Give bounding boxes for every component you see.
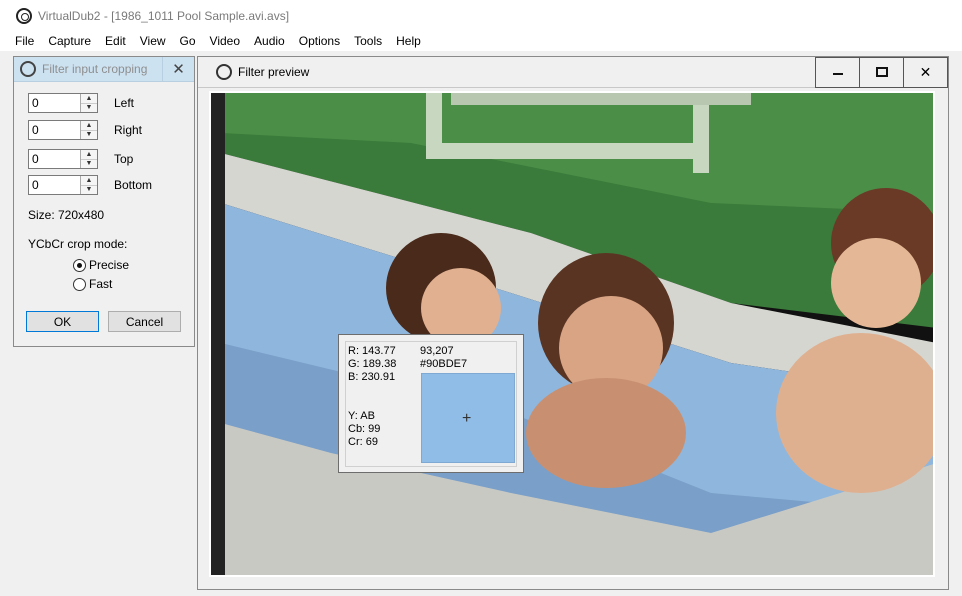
crop-bottom-label: Bottom <box>114 178 153 192</box>
spin-down-icon[interactable]: ▼ <box>81 185 97 194</box>
menu-audio[interactable]: Audio <box>247 34 292 48</box>
pixel-info-popup: R: 143.77 G: 189.38 B: 230.91 93,207 #90… <box>338 334 524 473</box>
cb-value: Cb: 99 <box>348 423 381 435</box>
pixel-coords: 93,207 <box>420 345 454 357</box>
crop-bottom-row: 0 ▲ ▼ Bottom <box>28 175 152 195</box>
preview-app-icon <box>216 64 232 80</box>
menu-go[interactable]: Go <box>173 34 203 48</box>
radio-fast[interactable]: Fast <box>73 277 112 291</box>
ycbcr-mode-label: YCbCr crop mode: <box>28 237 128 251</box>
radio-fast-indicator[interactable] <box>73 277 86 291</box>
menu-edit[interactable]: Edit <box>98 34 133 48</box>
crop-right-label: Right <box>114 123 143 137</box>
crop-top-label: Top <box>114 152 134 166</box>
luma-value: Y: AB <box>348 410 375 422</box>
virtualdub-app-icon <box>16 7 32 24</box>
spin-down-icon[interactable]: ▼ <box>81 130 97 139</box>
color-swatch: + <box>421 373 515 463</box>
menu-video[interactable]: Video <box>203 34 247 48</box>
menu-bar: File Capture Edit View Go Video Audio Op… <box>0 31 962 51</box>
crop-top-value[interactable]: 0 <box>29 150 80 168</box>
close-icon[interactable]: ✕ <box>904 56 948 88</box>
crop-left-label: Left <box>114 96 135 110</box>
crop-bottom-value[interactable]: 0 <box>29 176 80 194</box>
cr-value: Cr: 69 <box>348 436 378 448</box>
hex-color: #90BDE7 <box>420 358 468 370</box>
ok-button[interactable]: OK <box>26 311 99 332</box>
filter-preview-window: Filter preview ✕ <box>197 56 949 590</box>
crop-right-row: 0 ▲ ▼ Right <box>28 120 142 140</box>
preview-title: Filter preview <box>238 65 310 79</box>
radio-precise[interactable]: Precise <box>73 258 129 272</box>
menu-help[interactable]: Help <box>389 34 428 48</box>
video-frame-image <box>211 93 933 575</box>
menu-file[interactable]: File <box>0 34 41 48</box>
menu-tools[interactable]: Tools <box>347 34 389 48</box>
cancel-button[interactable]: Cancel <box>108 311 181 332</box>
crosshair-icon: + <box>462 410 472 427</box>
dialog-titlebar[interactable]: Filter input cropping ✕ <box>14 57 194 82</box>
dialog-close-icon[interactable]: ✕ <box>162 57 194 81</box>
filter-input-cropping-dialog: Filter input cropping ✕ 0 ▲ ▼ Left 0 ▲ ▼ R… <box>13 56 195 347</box>
spin-up-icon[interactable]: ▲ <box>81 94 97 104</box>
radio-precise-label: Precise <box>89 258 130 272</box>
spin-up-icon[interactable]: ▲ <box>81 150 97 160</box>
spin-down-icon[interactable]: ▼ <box>81 103 97 112</box>
menu-capture[interactable]: Capture <box>41 34 98 48</box>
minimize-icon[interactable] <box>816 56 860 88</box>
spin-up-icon[interactable]: ▲ <box>81 121 97 131</box>
menu-options[interactable]: Options <box>292 34 347 48</box>
video-frame[interactable] <box>209 91 935 577</box>
dialog-title: Filter input cropping <box>42 62 148 76</box>
menu-view[interactable]: View <box>133 34 173 48</box>
preview-titlebar[interactable]: Filter preview ✕ <box>198 56 948 88</box>
red-value: R: 143.77 <box>348 345 396 357</box>
crop-left-stepper[interactable]: 0 ▲ ▼ <box>28 93 98 113</box>
crop-bottom-stepper[interactable]: 0 ▲ ▼ <box>28 175 98 195</box>
window-controls: ✕ <box>815 56 948 88</box>
spin-up-icon[interactable]: ▲ <box>81 176 97 186</box>
app-title: VirtualDub2 - [1986_1011 Pool Sample.avi… <box>38 8 290 23</box>
spin-down-icon[interactable]: ▼ <box>81 159 97 168</box>
size-readout: Size: 720x480 <box>28 208 105 222</box>
crop-left-value[interactable]: 0 <box>29 94 80 112</box>
radio-fast-label: Fast <box>89 277 113 291</box>
green-value: G: 189.38 <box>348 358 397 370</box>
maximize-icon[interactable] <box>860 56 904 88</box>
app-titlebar: VirtualDub2 - [1986_1011 Pool Sample.avi… <box>0 0 962 31</box>
crop-left-row: 0 ▲ ▼ Left <box>28 93 134 113</box>
blue-value: B: 230.91 <box>348 371 396 383</box>
crop-right-value[interactable]: 0 <box>29 121 80 139</box>
crop-top-stepper[interactable]: 0 ▲ ▼ <box>28 149 98 169</box>
radio-precise-indicator[interactable] <box>73 258 86 272</box>
crop-top-row: 0 ▲ ▼ Top <box>28 149 133 169</box>
crop-right-stepper[interactable]: 0 ▲ ▼ <box>28 120 98 140</box>
dialog-app-icon <box>20 61 36 77</box>
